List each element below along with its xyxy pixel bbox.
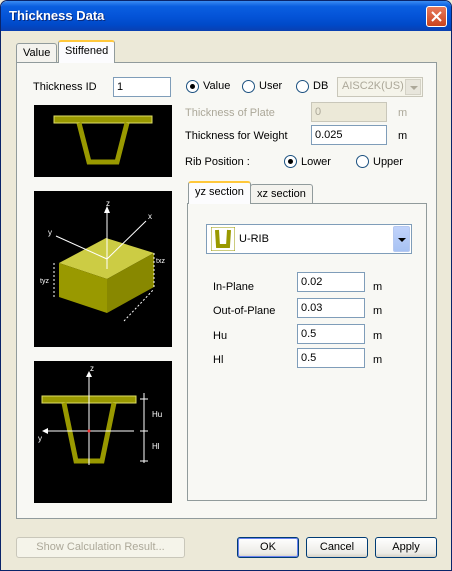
txz-label: txz [156, 258, 165, 265]
axis-z-label: z [106, 199, 110, 208]
out-of-plane-label: Out-of-Plane [213, 305, 276, 317]
source-value-label: Value [203, 80, 231, 92]
ok-button[interactable]: OK [237, 537, 299, 558]
source-user-label: User [259, 80, 283, 92]
u-rib-icon [211, 227, 235, 251]
axis-y-label: y [48, 228, 52, 237]
rib-3d-image: z x y txz tyz [34, 191, 172, 347]
section-axis-z-label: z [90, 364, 94, 373]
chevron-down-icon [405, 79, 421, 95]
rib-lower-label: Lower [301, 156, 331, 168]
out-of-plane-input[interactable]: 0.03 [297, 298, 365, 318]
hu-unit: m [373, 330, 383, 342]
hu-input[interactable]: 0.5 [297, 324, 365, 344]
chevron-down-icon[interactable] [393, 226, 410, 252]
title-bar[interactable]: Thickness Data [1, 1, 451, 31]
thickness-of-plate-input[interactable]: 0 [311, 102, 387, 122]
thickness-id-input[interactable]: 1 [113, 77, 171, 97]
dialog-window: Thickness Data Value Stiffened Thickness… [0, 0, 452, 571]
in-plane-label: In-Plane [213, 281, 254, 293]
thickness-for-weight-unit: m [398, 130, 408, 142]
hu-field-label: Hu [213, 330, 228, 342]
in-plane-input[interactable]: 0.02 [297, 272, 365, 292]
tyz-label: tyz [40, 278, 49, 285]
thickness-id-label: Thickness ID [33, 81, 97, 93]
hl-label: Hl [152, 442, 160, 451]
rib-section-image [34, 105, 172, 177]
tab-xz-section[interactable]: xz section [250, 184, 313, 204]
rib-upper-radio[interactable] [356, 155, 369, 168]
close-button[interactable] [426, 6, 447, 27]
thickness-for-weight-input[interactable]: 0.025 [311, 125, 387, 145]
db-standard-select[interactable]: AISC2K(US) [337, 77, 423, 97]
cancel-button[interactable]: Cancel [306, 537, 368, 558]
hu-label: Hu [152, 410, 162, 419]
source-db-label: DB [313, 80, 329, 92]
rib-lower-radio[interactable] [284, 155, 297, 168]
close-icon [431, 11, 442, 22]
source-user-radio[interactable] [242, 80, 255, 93]
thickness-of-plate-unit: m [398, 107, 408, 119]
yz-section-image: z y Hu Hl [34, 361, 172, 503]
hl-input[interactable]: 0.5 [297, 348, 365, 368]
rib-type-select[interactable]: U-RIB [206, 224, 412, 254]
rib-position-label: Rib Position : [185, 156, 250, 168]
rib-type-value: U-RIB [239, 233, 269, 245]
show-calculation-result-button[interactable]: Show Calculation Result... [16, 537, 185, 558]
hl-unit: m [373, 354, 383, 366]
thickness-of-plate-label: Thickness of Plate [185, 107, 275, 119]
window-title: Thickness Data [9, 8, 105, 23]
out-of-plane-unit: m [373, 305, 383, 317]
thickness-for-weight-label: Thickness for Weight [185, 130, 288, 142]
hl-field-label: Hl [213, 354, 224, 366]
tab-value[interactable]: Value [16, 43, 58, 63]
apply-button[interactable]: Apply [375, 537, 437, 558]
in-plane-unit: m [373, 281, 383, 293]
tab-stiffened[interactable]: Stiffened [58, 40, 116, 63]
source-value-radio[interactable] [186, 80, 199, 93]
section-axis-y-label: y [38, 434, 42, 443]
axis-x-label: x [148, 212, 152, 221]
tab-yz-section[interactable]: yz section [188, 181, 251, 204]
source-db-radio[interactable] [296, 80, 309, 93]
rib-upper-label: Upper [373, 156, 403, 168]
